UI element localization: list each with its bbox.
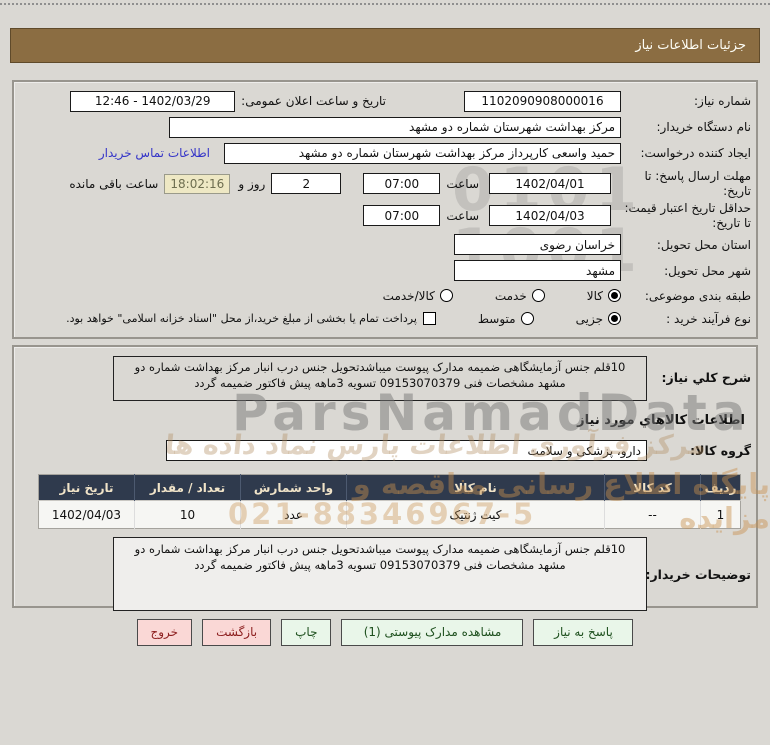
need-desc-row: شرح کلي نیاز: 10قلم جنس آزمایشگاهی ضمیمه… [19,356,751,401]
goods-table-header-row: ردیف کد کالا نام کالا واحد شمارش تعداد /… [38,474,741,501]
radio-partial[interactable] [608,312,621,325]
buyer-contact-link[interactable]: اطلاعات تماس خریدار [99,146,210,160]
radio-goods-service[interactable] [439,289,453,302]
exit-button[interactable]: خروج [136,618,193,646]
deadline-row: مهلت ارسال پاسخ: تا تاریخ: 1402/04/01 سا… [19,168,751,199]
buyer-org-input[interactable]: مرکز بهداشت شهرستان شماره دو مشهد [169,116,621,138]
cell-quantity: 10 [134,500,241,529]
radio-medium[interactable] [520,312,534,325]
buyer-notes-row: توضیحات خریدار: 10قلم جنس آزمایشگاهی ضمی… [19,537,751,611]
deadline-days-label: روز و [238,176,266,191]
province-label: استان محل تحویل: [656,237,751,252]
buyer-notes-box[interactable]: 10قلم جنس آزمایشگاهی ضمیمه مدارک پیوست م… [113,537,647,611]
radio-service[interactable] [531,289,545,302]
need-number-label: شماره نیاز: [694,94,751,108]
view-attachments-button[interactable]: مشاهده مدارک پیوستی (1) [341,618,524,646]
validity-label: حداقل تاریخ اعتبار قیمت: تا تاریخ: [624,200,751,230]
page-title: جزئیات اطلاعات نیاز [635,38,746,53]
countdown-timer: 18:02:16 [164,173,231,194]
goods-group-row: گروه کالا: دارو، پزشکی و سلامت [19,438,751,463]
cell-row-number: 1 [700,500,741,529]
top-dotted-divider [0,3,770,5]
city-input[interactable]: مشهد [454,260,621,281]
deadline-label: مهلت ارسال پاسخ: تا تاریخ: [644,168,751,198]
print-button[interactable]: چاپ [281,618,332,646]
need-desc-label: شرح کلي نیاز: [661,370,751,385]
goods-group-label: گروه کالا: [690,443,751,458]
deadline-time-input[interactable]: 07:00 [363,173,441,194]
col-need-date: تاریخ نیاز [38,474,135,501]
radio-goods-service-label: کالا/خدمت [382,288,435,303]
deadline-days-input[interactable]: 2 [271,173,342,194]
back-button[interactable]: بازگشت [202,618,272,646]
validity-date-input[interactable]: 1402/04/03 [489,205,611,226]
treasury-checkbox[interactable] [422,312,436,325]
remaining-label: ساعت باقی مانده [69,176,159,191]
creator-row: ایجاد کننده درخواست: حمید واسعی کارپرداز… [19,141,751,165]
deadline-hour-label: ساعت [446,176,479,191]
validity-hour-label: ساعت [446,208,479,223]
action-buttons-row: پاسخ به نیاز مشاهده مدارک پیوستی (1) چاپ… [0,618,770,646]
respond-to-need-button[interactable]: پاسخ به نیاز [533,618,634,646]
col-count-unit: واحد شمارش [240,474,347,501]
radio-goods[interactable] [608,289,621,302]
need-number-row: شماره نیاز: 1102090908000016 تاریخ و ساع… [19,89,751,113]
province-input[interactable]: خراسان رضوی [454,234,621,255]
city-label: شهر محل تحویل: [664,263,751,278]
creator-label: ایجاد کننده درخواست: [640,146,751,160]
goods-group-input[interactable]: دارو، پزشکی و سلامت [166,440,647,461]
radio-service-label: خدمت [494,288,527,303]
col-goods-name: نام کالا [346,474,605,501]
announce-datetime-input[interactable]: 1402/03/29 - 12:46 [70,90,236,112]
page-title-bar: جزئیات اطلاعات نیاز [10,28,760,63]
radio-goods-label: کالا [586,288,603,303]
province-row: استان محل تحویل: خراسان رضوی [19,232,751,257]
cell-goods-name: کیت ژنتیک [346,500,605,529]
announce-label: تاریخ و ساعت اعلان عمومی: [241,94,386,108]
city-row: شهر محل تحویل: مشهد [19,258,751,283]
goods-info-panel: شرح کلي نیاز: 10قلم جنس آزمایشگاهی ضمیمه… [12,345,758,611]
treasury-note: پرداخت تمام یا بخشی از مبلغ خرید،از محل … [66,312,417,325]
need-number-input[interactable]: 1102090908000016 [464,90,621,112]
classification-label: طبقه بندی موضوعی: [644,288,751,303]
goods-table: ردیف کد کالا نام کالا واحد شمارش تعداد /… [38,474,741,529]
validity-row: حداقل تاریخ اعتبار قیمت: تا تاریخ: 1402/… [19,200,751,231]
buyer-notes-label: توضیحات خریدار: [645,566,751,582]
validity-time-input[interactable]: 07:00 [363,205,441,226]
process-type-label: نوع فرآیند خرید : [666,311,751,326]
deadline-date-input[interactable]: 1402/04/01 [489,173,611,194]
cell-need-date: 1402/04/03 [38,500,135,529]
creator-input[interactable]: حمید واسعی کارپرداز مرکز بهداشت شهرستان … [224,142,621,164]
col-row-number: ردیف [700,474,741,501]
general-info-panel: شماره نیاز: 1102090908000016 تاریخ و ساع… [12,80,758,339]
buyer-org-row: نام دستگاه خریدار: مرکز بهداشت شهرستان ش… [19,115,751,139]
cell-count-unit: عدد [240,500,347,529]
need-details-page: { "window": { "title": "جزئیات اطلاعات ن… [0,0,770,745]
classification-row: طبقه بندی موضوعی: کالا خدمت کالا/خدمت [19,284,751,307]
buyer-org-label: نام دستگاه خریدار: [656,120,752,134]
radio-medium-label: متوسط [477,311,516,326]
goods-table-row: 1 -- کیت ژنتیک عدد 10 1402/04/03 [38,500,741,529]
goods-section-title: اطلاعات کالاهاي مورد نیاز [577,413,745,428]
cell-goods-code: -- [604,500,701,529]
process-type-row: نوع فرآیند خرید : جزیی متوسط پرداخت تمام… [19,307,751,330]
col-quantity: تعداد / مقدار [134,474,241,501]
need-desc-box[interactable]: 10قلم جنس آزمایشگاهی ضمیمه مدارک پیوست م… [113,356,647,401]
col-goods-code: کد کالا [604,474,701,501]
radio-partial-label: جزیی [575,311,603,326]
